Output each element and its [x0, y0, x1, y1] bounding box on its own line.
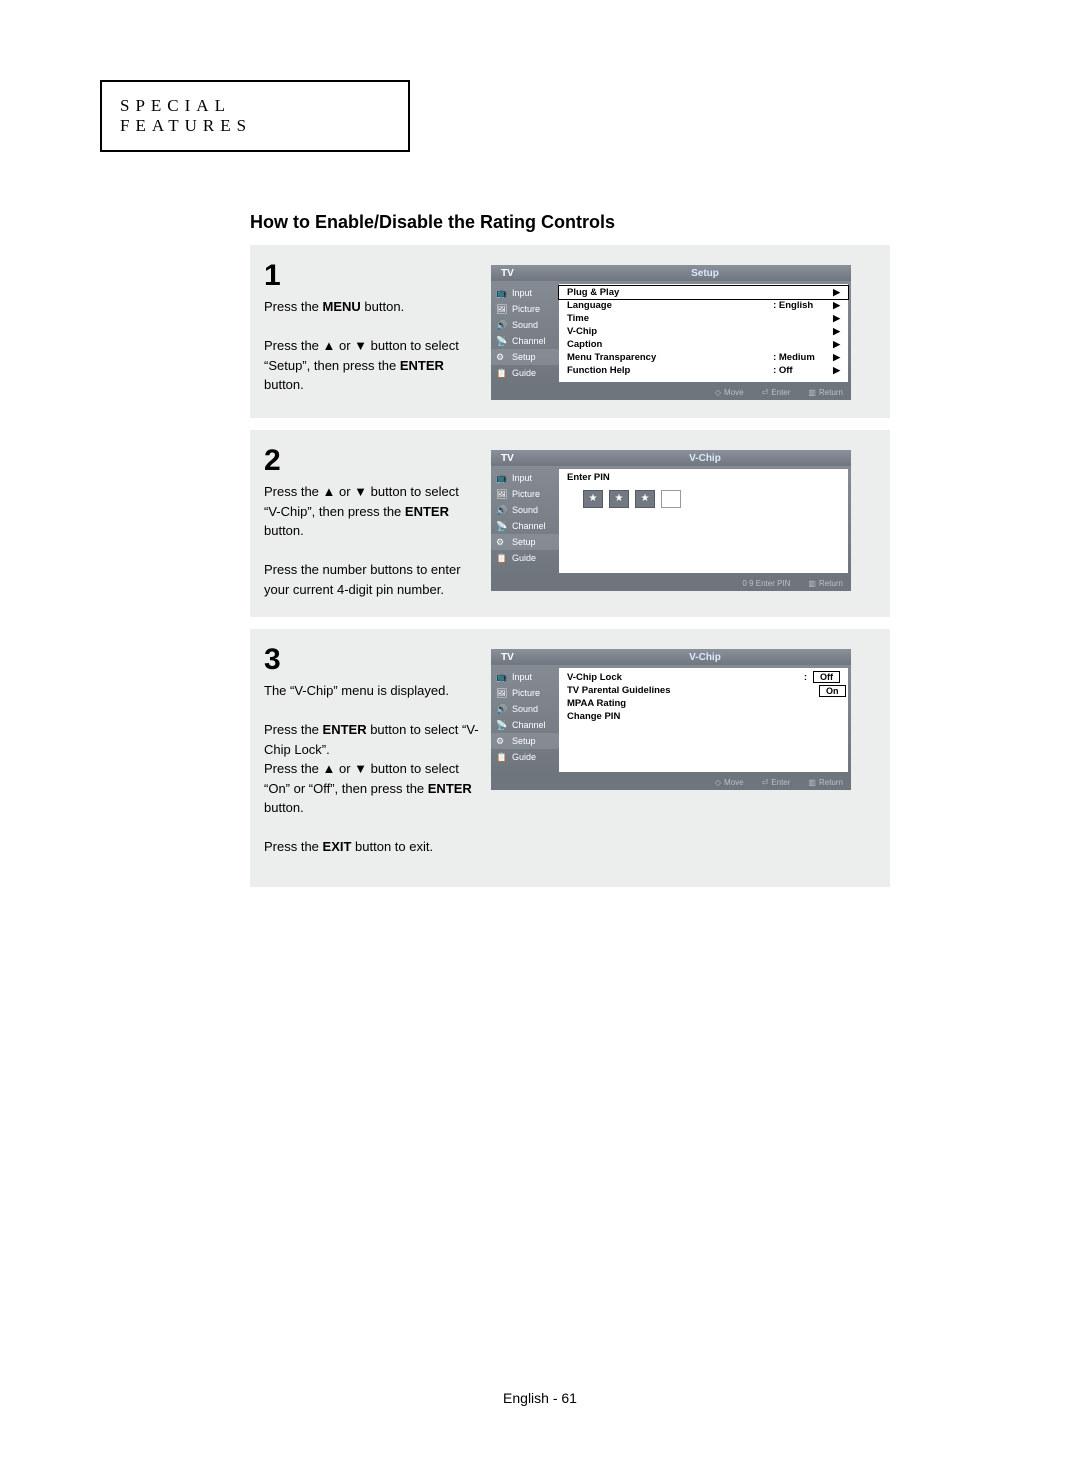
sidebar-item-picture[interactable]: 🖼Picture [491, 685, 559, 701]
osd-sidebar: 📺Input 🖼Picture 🔊Sound 📡Channel ⚙Setup 📋… [491, 466, 559, 576]
option-off[interactable]: Off [813, 671, 840, 683]
enter-icon: ⏎ [762, 388, 769, 397]
osd-tv-label: TV [491, 268, 569, 279]
step-number: 3 [264, 643, 479, 677]
osd-main: V-Chip Lock : Off On TV Parental Guideli… [559, 668, 848, 772]
step-text: Press the MENU button. Press the ▲ or ▼ … [264, 297, 479, 395]
sidebar-item-guide[interactable]: 📋Guide [491, 749, 559, 765]
sidebar-item-input[interactable]: 📺Input [491, 669, 559, 685]
osd-footer: ◇Move ⏎Enter ▥Return [491, 385, 851, 400]
osd-footer: ◇Move ⏎Enter ▥Return [491, 775, 851, 790]
step-number: 2 [264, 444, 479, 478]
pin-digit[interactable] [661, 490, 681, 508]
osd-section-title: V-Chip [569, 652, 851, 663]
osd-section-title: Setup [569, 268, 851, 279]
osd-tv-label: TV [491, 453, 569, 464]
osd-row[interactable]: TV Parental Guidelines [559, 684, 848, 697]
sidebar-item-setup[interactable]: ⚙Setup [491, 534, 559, 550]
sidebar-item-sound[interactable]: 🔊Sound [491, 701, 559, 717]
step-3: 3 The “V-Chip” menu is displayed. Press … [250, 629, 890, 887]
sidebar-item-sound[interactable]: 🔊Sound [491, 502, 559, 518]
step-number: 1 [264, 259, 479, 293]
sidebar-item-setup[interactable]: ⚙Setup [491, 349, 559, 365]
osd-footer: 0 9 Enter PIN ▥Return [491, 576, 851, 591]
sidebar-item-input[interactable]: 📺Input [491, 285, 559, 301]
sidebar-item-setup[interactable]: ⚙Setup [491, 733, 559, 749]
osd-main: Plug & Play▶ Language: English▶ Time▶ V-… [559, 284, 848, 382]
osd-panel-vchip-pin: TV V-Chip 📺Input 🖼Picture 🔊Sound 📡Channe… [491, 450, 851, 591]
return-icon: ▥ [808, 579, 816, 588]
osd-section-title: V-Chip [569, 453, 851, 464]
pin-digit[interactable]: ★ [583, 490, 603, 508]
step-text: The “V-Chip” menu is displayed. Press th… [264, 681, 479, 857]
osd-sidebar: 📺Input 🖼Picture 🔊Sound 📡Channel ⚙Setup 📋… [491, 281, 559, 385]
return-icon: ▥ [808, 388, 816, 397]
osd-row[interactable]: V-Chip Lock : Off On [559, 670, 848, 684]
osd-row[interactable]: Function Help: Off▶ [559, 364, 848, 377]
step-text: Press the ▲ or ▼ button to select “V-Chi… [264, 482, 479, 599]
step-1: 1 Press the MENU button. Press the ▲ or … [250, 245, 890, 418]
pin-digit[interactable]: ★ [609, 490, 629, 508]
osd-row[interactable]: V-Chip▶ [559, 325, 848, 338]
sidebar-item-guide[interactable]: 📋Guide [491, 550, 559, 566]
return-icon: ▥ [808, 778, 816, 787]
pin-label: Enter PIN [567, 472, 840, 483]
page-title: How to Enable/Disable the Rating Control… [250, 212, 980, 233]
sidebar-item-guide[interactable]: 📋Guide [491, 365, 559, 381]
osd-tv-label: TV [491, 652, 569, 663]
sidebar-item-channel[interactable]: 📡Channel [491, 518, 559, 534]
sidebar-item-picture[interactable]: 🖼Picture [491, 486, 559, 502]
page-footer: English - 61 [0, 1390, 1080, 1406]
osd-main: Enter PIN ★ ★ ★ [559, 469, 848, 573]
osd-row[interactable]: Caption▶ [559, 338, 848, 351]
osd-row[interactable]: Menu Transparency: Medium▶ [559, 351, 848, 364]
sidebar-item-picture[interactable]: 🖼Picture [491, 301, 559, 317]
sidebar-item-input[interactable]: 📺Input [491, 470, 559, 486]
osd-panel-setup: TV Setup 📺Input 🖼Picture 🔊Sound 📡Channel… [491, 265, 851, 400]
osd-row[interactable]: Change PIN [559, 710, 848, 723]
option-on[interactable]: On [819, 685, 846, 697]
step-2: 2 Press the ▲ or ▼ button to select “V-C… [250, 430, 890, 617]
osd-panel-vchip-lock: TV V-Chip 📺Input 🖼Picture 🔊Sound 📡Channe… [491, 649, 851, 790]
osd-row[interactable]: Plug & Play▶ [559, 286, 848, 299]
osd-row[interactable]: Time▶ [559, 312, 848, 325]
move-icon: ◇ [715, 778, 721, 787]
move-icon: ◇ [715, 388, 721, 397]
osd-sidebar: 📺Input 🖼Picture 🔊Sound 📡Channel ⚙Setup 📋… [491, 665, 559, 775]
osd-row[interactable]: Language: English▶ [559, 299, 848, 312]
section-tab: SPECIAL FEATURES [100, 80, 410, 152]
enter-icon: ⏎ [762, 778, 769, 787]
pin-entry[interactable]: ★ ★ ★ [559, 484, 848, 508]
pin-digit[interactable]: ★ [635, 490, 655, 508]
osd-row[interactable]: MPAA Rating [559, 697, 848, 710]
sidebar-item-channel[interactable]: 📡Channel [491, 717, 559, 733]
sidebar-item-sound[interactable]: 🔊Sound [491, 317, 559, 333]
sidebar-item-channel[interactable]: 📡Channel [491, 333, 559, 349]
